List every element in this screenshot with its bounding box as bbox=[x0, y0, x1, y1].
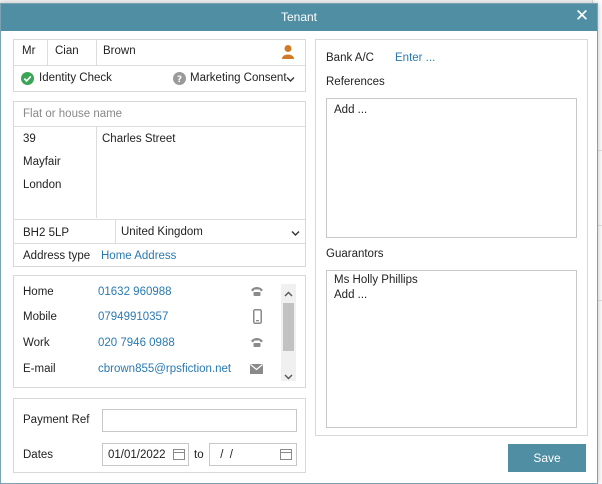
contact-label: Work bbox=[23, 337, 50, 349]
scroll-up-icon[interactable] bbox=[284, 288, 293, 300]
contact-label: E-mail bbox=[23, 363, 56, 375]
envelope-icon[interactable] bbox=[250, 364, 263, 377]
contact-label: Home bbox=[23, 286, 54, 298]
contact-row: Mobile 07949910357 bbox=[14, 308, 276, 330]
contact-row: E-mail cbrown855@rpsfiction.net bbox=[14, 360, 276, 382]
contact-value[interactable]: 020 7946 0988 bbox=[98, 337, 175, 349]
scroll-down-icon[interactable] bbox=[284, 371, 293, 383]
list-item[interactable]: Add ... bbox=[334, 104, 367, 116]
country-select[interactable]: United Kingdom bbox=[116, 220, 305, 243]
chevron-down-icon bbox=[291, 228, 300, 240]
references-list[interactable]: Add ... bbox=[326, 98, 577, 238]
date-from-value: 01/01/2022 bbox=[108, 449, 166, 461]
contacts-panel: Home 01632 960988 Mobile 07949910357 Wor… bbox=[13, 275, 306, 388]
identity-check-label: Identity Check bbox=[39, 72, 112, 84]
contact-value[interactable]: cbrown855@rpsfiction.net bbox=[98, 363, 231, 375]
date-from-input[interactable]: 01/01/2022 bbox=[102, 443, 189, 466]
first-name-field[interactable]: Cian bbox=[55, 45, 79, 57]
postcode-field[interactable]: BH2 5LP bbox=[23, 227, 69, 239]
person-icon[interactable] bbox=[281, 44, 295, 60]
dates-label: Dates bbox=[23, 449, 54, 461]
payment-panel: Payment Ref Dates 01/01/2022 to / / bbox=[13, 398, 306, 473]
bank-label: Bank A/C bbox=[326, 52, 374, 64]
dialog-title: Tenant bbox=[280, 10, 318, 24]
guarantors-label: Guarantors bbox=[326, 248, 384, 260]
save-button[interactable]: Save bbox=[508, 444, 586, 472]
to-label: to bbox=[194, 449, 204, 461]
payment-ref-label: Payment Ref bbox=[23, 414, 90, 426]
address-type-value[interactable]: Home Address bbox=[101, 250, 176, 262]
scrollbar-thumb[interactable] bbox=[283, 303, 294, 351]
last-name-field[interactable]: Brown bbox=[103, 45, 136, 57]
marketing-consent-label: Marketing Consent bbox=[190, 72, 287, 84]
contact-row: Work 020 7946 0988 bbox=[14, 334, 276, 356]
references-label: References bbox=[326, 76, 385, 88]
question-circle-icon: ? bbox=[173, 72, 186, 88]
check-circle-icon bbox=[21, 72, 34, 88]
phone-icon[interactable] bbox=[250, 337, 264, 351]
close-icon[interactable]: ✕ bbox=[574, 7, 590, 25]
tenant-dialog: Tenant ✕ Mr Cian Brown Identity Check ? … bbox=[0, 3, 598, 484]
mobile-icon[interactable] bbox=[253, 309, 262, 327]
contact-row: Home 01632 960988 bbox=[14, 283, 276, 305]
address-type-label: Address type bbox=[23, 250, 91, 262]
salutation-field[interactable]: Mr bbox=[22, 45, 35, 57]
flat-name-field[interactable]: Flat or house name bbox=[23, 108, 122, 120]
contacts-scrollbar[interactable] bbox=[281, 284, 296, 381]
calendar-icon[interactable] bbox=[173, 449, 185, 460]
chevron-down-icon bbox=[286, 74, 295, 86]
house-number-field[interactable]: 39 bbox=[23, 133, 36, 145]
address-line-2[interactable]: Mayfair bbox=[23, 156, 61, 168]
payment-ref-input[interactable] bbox=[102, 409, 297, 432]
list-item[interactable]: Ms Holly Phillips bbox=[334, 274, 418, 286]
marketing-consent[interactable]: ? Marketing Consent bbox=[173, 71, 303, 87]
country-value: United Kingdom bbox=[121, 226, 203, 238]
phone-icon[interactable] bbox=[250, 286, 264, 300]
address-line-3[interactable]: London bbox=[23, 179, 61, 191]
name-panel: Mr Cian Brown Identity Check ? Marketing… bbox=[13, 39, 306, 92]
address-panel: Flat or house name 39 Charles Street May… bbox=[13, 101, 306, 267]
contact-value[interactable]: 07949910357 bbox=[98, 311, 168, 323]
right-panel: Bank A/C Enter ... References Add ... Gu… bbox=[315, 39, 588, 436]
bank-enter-link[interactable]: Enter ... bbox=[395, 52, 435, 64]
contact-label: Mobile bbox=[23, 311, 57, 323]
svg-text:?: ? bbox=[177, 75, 182, 85]
street-field[interactable]: Charles Street bbox=[102, 133, 176, 145]
contact-value[interactable]: 01632 960988 bbox=[98, 286, 172, 298]
list-item[interactable]: Add ... bbox=[334, 289, 367, 301]
guarantors-list[interactable]: Ms Holly Phillips Add ... bbox=[326, 270, 577, 428]
title-bar: Tenant ✕ bbox=[1, 4, 597, 31]
date-to-input[interactable]: / / bbox=[209, 443, 297, 466]
calendar-icon[interactable] bbox=[280, 449, 292, 460]
date-to-value: / / bbox=[217, 449, 233, 461]
